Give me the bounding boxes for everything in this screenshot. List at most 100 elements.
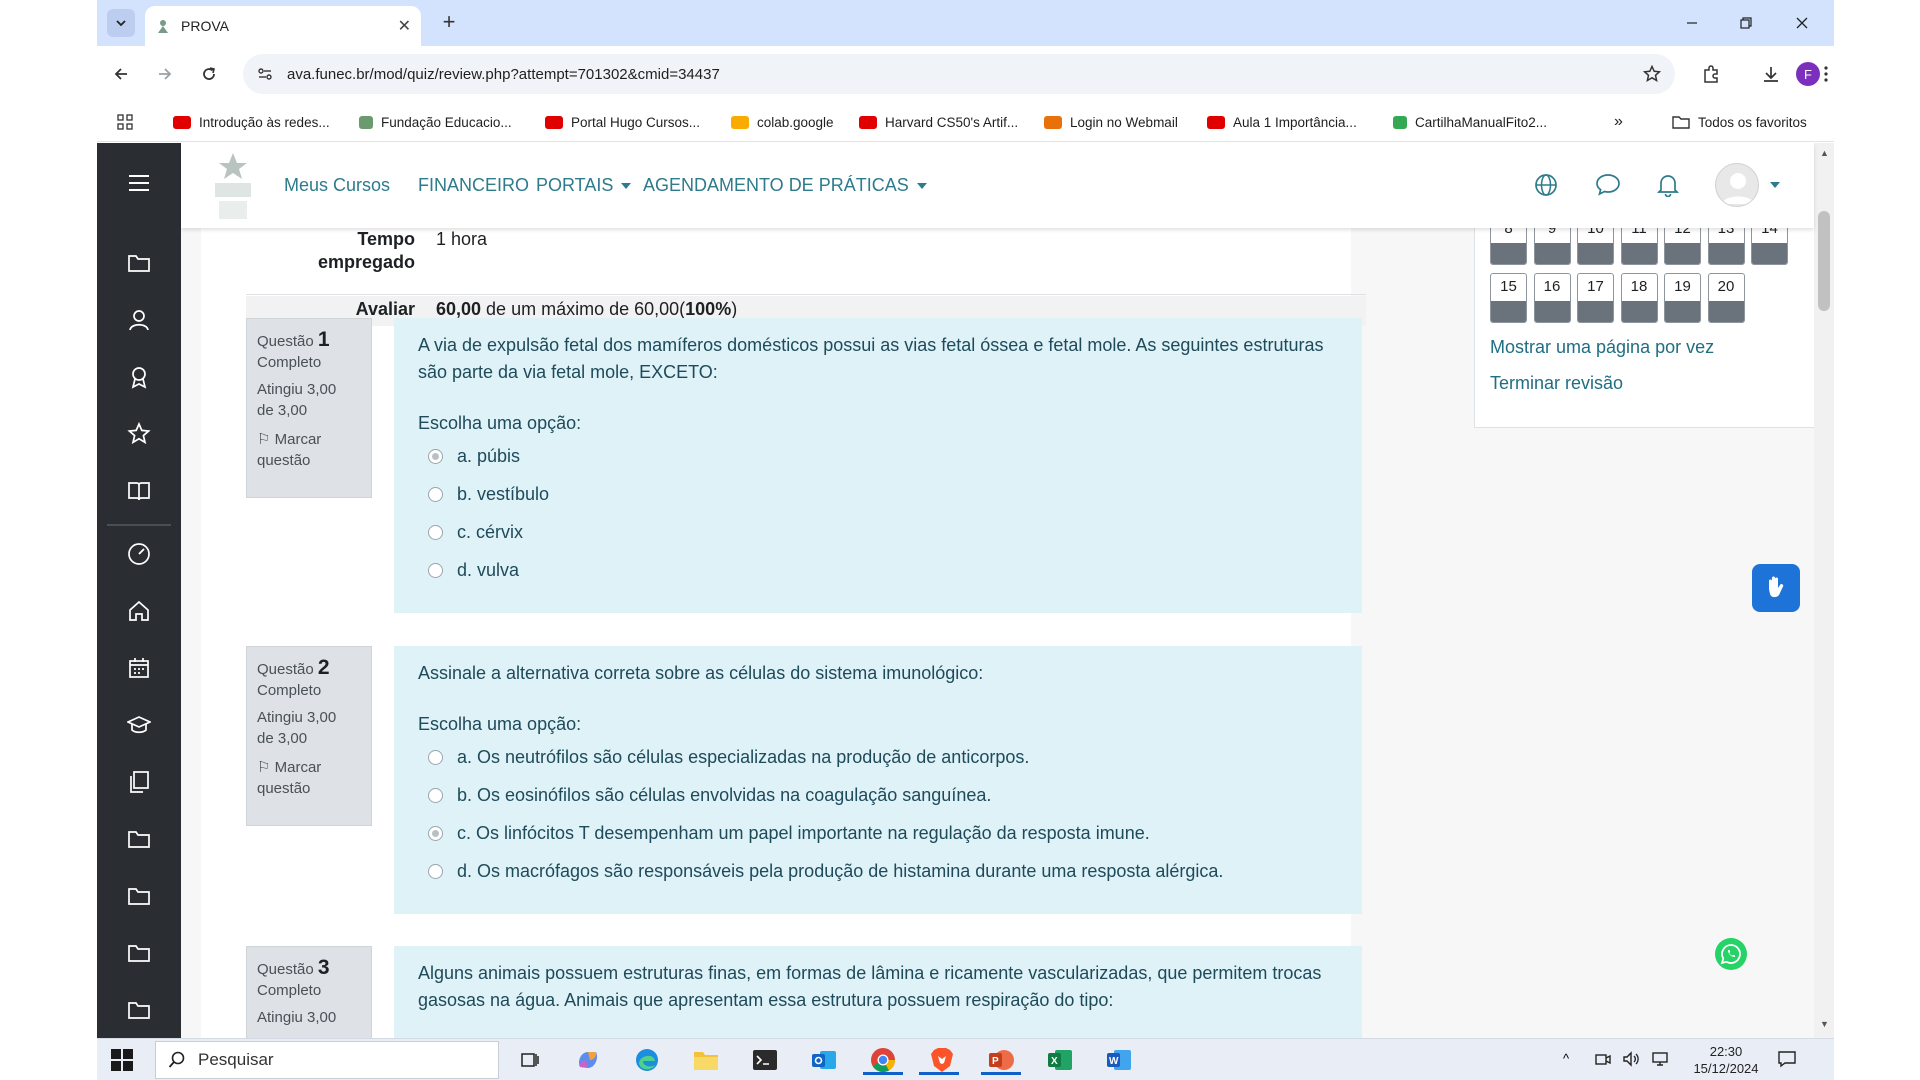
- task-view-button[interactable]: [515, 1045, 545, 1075]
- nav-portais[interactable]: PORTAIS: [536, 175, 632, 196]
- notification-center-icon[interactable]: [1777, 1049, 1797, 1074]
- powerpoint-button[interactable]: P: [981, 1045, 1021, 1075]
- scroll-up-icon[interactable]: ▲: [1820, 148, 1829, 158]
- radio-button[interactable]: [428, 486, 443, 502]
- sidebar-folder-5[interactable]: [125, 996, 153, 1024]
- finish-review-link[interactable]: Terminar revisão: [1490, 373, 1623, 394]
- quiz-nav-question-button[interactable]: 19: [1664, 273, 1701, 323]
- language-button[interactable]: [1531, 170, 1561, 200]
- browser-menu-button[interactable]: [1819, 60, 1833, 88]
- radio-button[interactable]: [428, 524, 443, 540]
- bookmark-item[interactable]: Fundação Educacio...: [359, 112, 512, 132]
- flag-question-button[interactable]: ⚐ Marcar questão: [257, 429, 361, 471]
- scroll-thumb[interactable]: [1818, 211, 1830, 311]
- messages-button[interactable]: [1593, 170, 1623, 200]
- volume-icon[interactable]: [1622, 1050, 1640, 1073]
- user-avatar[interactable]: [1715, 163, 1759, 207]
- quiz-nav-question-button[interactable]: 15: [1490, 273, 1527, 323]
- file-explorer-button[interactable]: [691, 1045, 721, 1075]
- sidebar-folder-2[interactable]: [125, 825, 153, 853]
- profile-button[interactable]: F: [1794, 60, 1822, 88]
- excel-button[interactable]: X: [1045, 1045, 1075, 1075]
- sidebar-folder-3[interactable]: [125, 882, 153, 910]
- more-bookmarks-button[interactable]: »: [1614, 112, 1623, 132]
- bookmark-item[interactable]: colab.google: [731, 112, 834, 132]
- show-hidden-icons-button[interactable]: ^: [1563, 1051, 1569, 1066]
- nav-agendamento[interactable]: AGENDAMENTO DE PRÁTICAS: [643, 175, 927, 196]
- minimize-button[interactable]: [1669, 6, 1715, 40]
- quiz-nav-question-button[interactable]: 16: [1533, 273, 1571, 323]
- sidebar-dashboard[interactable]: [125, 540, 153, 568]
- bookmark-item[interactable]: Login no Webmail: [1044, 112, 1178, 132]
- nav-financeiro[interactable]: FINANCEIRO: [418, 175, 529, 196]
- active-tab[interactable]: PROVA ✕: [145, 6, 421, 46]
- answer-option[interactable]: a. Os neutrófilos são células especializ…: [418, 738, 1338, 776]
- address-bar[interactable]: ava.funec.br/mod/quiz/review.php?attempt…: [243, 54, 1675, 94]
- chrome-button[interactable]: [863, 1045, 903, 1075]
- answer-option[interactable]: c. cérvix: [418, 513, 1338, 551]
- bookmark-item[interactable]: Introdução às redes...: [173, 112, 330, 132]
- radio-button[interactable]: [428, 749, 443, 765]
- vlibras-accessibility-button[interactable]: [1752, 564, 1800, 612]
- copilot-button[interactable]: [573, 1045, 603, 1075]
- flag-question-button[interactable]: ⚐ Marcar questão: [257, 757, 361, 799]
- bookmark-item[interactable]: Aula 1 Importância...: [1207, 112, 1357, 132]
- system-clock[interactable]: 22:30 15/12/2024: [1686, 1043, 1766, 1077]
- user-menu-toggle[interactable]: [1766, 170, 1784, 200]
- sidebar-content-bank[interactable]: [125, 768, 153, 796]
- extensions-button[interactable]: [1697, 60, 1725, 88]
- sidebar-grades[interactable]: [125, 477, 153, 505]
- radio-button[interactable]: [428, 863, 443, 879]
- quiz-nav-question-button[interactable]: 18: [1620, 273, 1658, 323]
- radio-button[interactable]: [428, 562, 443, 578]
- close-window-button[interactable]: [1779, 6, 1825, 40]
- meet-now-icon[interactable]: [1594, 1050, 1612, 1073]
- sidebar-badges[interactable]: [125, 363, 153, 391]
- answer-option[interactable]: d. Os macrófagos são responsáveis pela p…: [418, 852, 1338, 890]
- sidebar-folder-4[interactable]: [125, 939, 153, 967]
- answer-option[interactable]: b. Os eosinófilos são células envolvidas…: [418, 776, 1338, 814]
- new-tab-button[interactable]: +: [435, 9, 463, 37]
- radio-button[interactable]: [428, 448, 443, 464]
- sidebar-calendar[interactable]: [125, 654, 153, 682]
- word-button[interactable]: W: [1104, 1045, 1134, 1075]
- answer-option[interactable]: a. púbis: [418, 437, 1338, 475]
- unec-logo[interactable]: [205, 149, 261, 225]
- bookmark-item[interactable]: CartilhaManualFito2...: [1393, 112, 1547, 132]
- quiz-nav-question-button[interactable]: 17: [1577, 273, 1614, 323]
- sidebar-folder-1[interactable]: [125, 249, 153, 277]
- forward-button[interactable]: [151, 60, 179, 88]
- restore-button[interactable]: [1723, 6, 1769, 40]
- tab-search-button[interactable]: [107, 9, 135, 37]
- star-bookmark-icon[interactable]: [1643, 65, 1661, 83]
- radio-button[interactable]: [428, 787, 443, 803]
- windows-start-icon[interactable]: [111, 1049, 133, 1071]
- site-settings-icon[interactable]: [257, 66, 273, 82]
- outlook-button[interactable]: [809, 1045, 839, 1075]
- answer-option[interactable]: d. vulva: [418, 551, 1338, 589]
- whatsapp-button[interactable]: [1715, 938, 1747, 970]
- taskbar-search[interactable]: Pesquisar: [155, 1041, 499, 1079]
- radio-button[interactable]: [428, 825, 443, 841]
- all-favorites-folder[interactable]: Todos os favoritos: [1672, 112, 1807, 132]
- apps-button[interactable]: [117, 112, 133, 132]
- scroll-down-icon[interactable]: ▼: [1820, 1019, 1829, 1029]
- close-tab-icon[interactable]: ✕: [398, 16, 411, 36]
- show-one-page-link[interactable]: Mostrar uma página por vez: [1490, 337, 1714, 358]
- sidebar-my-courses[interactable]: [125, 711, 153, 739]
- terminal-button[interactable]: [750, 1045, 780, 1075]
- downloads-button[interactable]: [1757, 60, 1785, 88]
- url-text[interactable]: ava.funec.br/mod/quiz/review.php?attempt…: [287, 66, 1643, 83]
- sidebar-favorites[interactable]: [125, 420, 153, 448]
- bookmark-item[interactable]: Portal Hugo Cursos...: [545, 112, 700, 132]
- reload-button[interactable]: [195, 60, 223, 88]
- bookmark-item[interactable]: Harvard CS50's Artif...: [859, 112, 1018, 132]
- edge-button[interactable]: [632, 1045, 662, 1075]
- answer-option[interactable]: b. vestíbulo: [418, 475, 1338, 513]
- nav-meus-cursos[interactable]: Meus Cursos: [284, 175, 390, 196]
- menu-toggle-button[interactable]: [125, 169, 153, 197]
- back-button[interactable]: [107, 60, 135, 88]
- answer-option[interactable]: c. Os linfócitos T desempenham um papel …: [418, 814, 1338, 852]
- network-icon[interactable]: [1651, 1050, 1669, 1073]
- sidebar-home[interactable]: [125, 597, 153, 625]
